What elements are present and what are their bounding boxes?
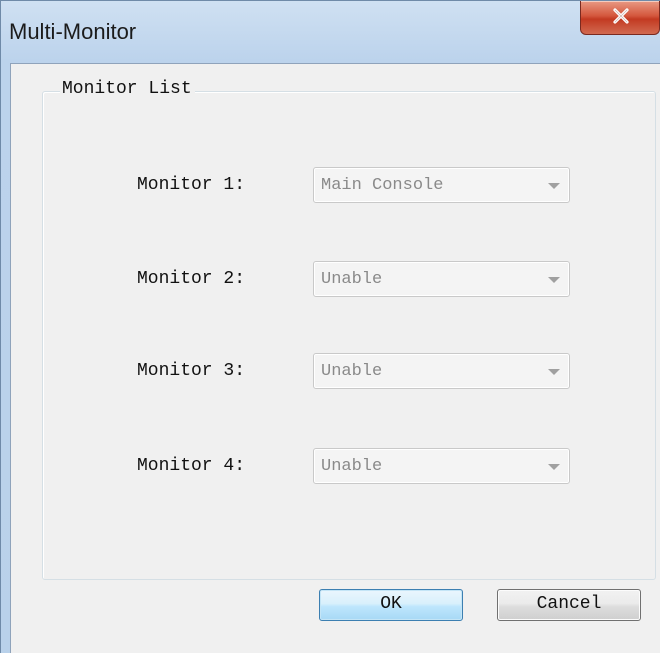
- group-title: Monitor List: [60, 79, 195, 99]
- monitor-2-label: Monitor 2:: [137, 269, 246, 289]
- monitor-4-label: Monitor 4:: [137, 456, 246, 476]
- monitor-2-select[interactable]: Unable: [313, 261, 570, 297]
- monitor-4-value: Unable: [321, 457, 383, 476]
- cancel-button[interactable]: Cancel: [497, 589, 641, 621]
- close-button[interactable]: [580, 1, 660, 35]
- close-icon: [613, 8, 629, 24]
- title-bar[interactable]: Multi-Monitor: [1, 1, 660, 63]
- window-title: Multi-Monitor: [9, 19, 137, 44]
- multi-monitor-dialog: Multi-Monitor Monitor List Monitor 1: Ma…: [0, 0, 660, 653]
- monitor-3-select[interactable]: Unable: [313, 353, 570, 389]
- ok-button[interactable]: OK: [319, 589, 463, 621]
- dialog-body: Monitor List Monitor 1: Main Console Mon…: [10, 63, 660, 653]
- monitor-list-group: Monitor List Monitor 1: Main Console Mon…: [42, 79, 656, 580]
- monitor-1-label: Monitor 1:: [137, 175, 246, 195]
- chevron-down-icon: [548, 183, 560, 189]
- monitor-1-select[interactable]: Main Console: [313, 167, 570, 203]
- chevron-down-icon: [548, 464, 560, 470]
- chevron-down-icon: [548, 277, 560, 283]
- monitor-1-value: Main Console: [321, 176, 444, 195]
- monitor-4-select[interactable]: Unable: [313, 448, 570, 484]
- monitor-2-value: Unable: [321, 270, 383, 289]
- monitor-3-value: Unable: [321, 362, 383, 381]
- chevron-down-icon: [548, 369, 560, 375]
- monitor-3-label: Monitor 3:: [137, 361, 246, 381]
